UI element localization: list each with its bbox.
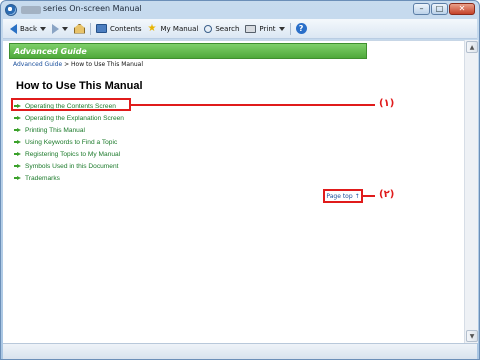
close-button[interactable]: ✕ bbox=[449, 3, 475, 15]
forward-button[interactable] bbox=[49, 21, 71, 37]
green-arrow-icon bbox=[14, 116, 21, 120]
callout-label-1: (١) bbox=[379, 98, 395, 109]
topic-link-label: Registering Topics to My Manual bbox=[25, 150, 121, 158]
breadcrumb: Advanced Guide > How to Use This Manual bbox=[13, 61, 143, 68]
app-icon bbox=[5, 4, 17, 16]
chevron-down-icon bbox=[40, 26, 46, 31]
topic-link[interactable]: Operating the Explanation Screen bbox=[14, 112, 124, 124]
my-manual-button[interactable]: ★ My Manual bbox=[145, 21, 202, 37]
back-label: Back bbox=[20, 24, 37, 33]
status-bar bbox=[3, 343, 477, 359]
topic-link-label: Symbols Used in this Document bbox=[25, 162, 119, 170]
topic-link[interactable]: Symbols Used in this Document bbox=[14, 160, 124, 172]
vertical-scrollbar[interactable]: ▲ ▼ bbox=[464, 40, 478, 343]
topic-link-label: Operating the Explanation Screen bbox=[25, 114, 124, 122]
print-label: Print bbox=[259, 24, 276, 33]
topic-link[interactable]: Trademarks bbox=[14, 172, 124, 184]
topic-list: Operating the Contents Screen Operating … bbox=[14, 100, 124, 184]
chevron-down-icon bbox=[62, 26, 68, 31]
search-label: Search bbox=[215, 24, 240, 33]
topic-link[interactable]: Using Keywords to Find a Topic bbox=[14, 136, 124, 148]
chevron-down-icon bbox=[278, 26, 285, 31]
print-button[interactable]: Print bbox=[242, 21, 287, 37]
breadcrumb-current: How to Use This Manual bbox=[71, 61, 144, 68]
contents-label: Contents bbox=[110, 24, 142, 33]
back-button[interactable]: Back bbox=[7, 21, 49, 37]
title-bar: series On-screen Manual – □ ✕ bbox=[1, 1, 479, 19]
help-icon: ? bbox=[295, 23, 307, 34]
minimize-button[interactable]: – bbox=[413, 3, 430, 15]
green-arrow-icon bbox=[14, 152, 21, 156]
breadcrumb-link-advanced-guide[interactable]: Advanced Guide bbox=[13, 61, 62, 68]
topic-link-label: Printing This Manual bbox=[25, 126, 85, 134]
breadcrumb-separator: > bbox=[62, 61, 72, 68]
callout-leader-line bbox=[131, 104, 375, 106]
contents-book-icon bbox=[96, 24, 107, 33]
content-pane: Advanced Guide Advanced Guide > How to U… bbox=[3, 40, 464, 343]
contents-button[interactable]: Contents bbox=[93, 21, 145, 37]
topic-link[interactable]: Registering Topics to My Manual bbox=[14, 148, 124, 160]
window-title: series On-screen Manual bbox=[43, 4, 142, 13]
toolbar-divider bbox=[289, 22, 291, 35]
my-manual-label: My Manual bbox=[160, 24, 199, 33]
callout-leader-line bbox=[363, 195, 375, 197]
green-arrow-icon bbox=[14, 176, 21, 180]
green-arrow-icon bbox=[14, 164, 21, 168]
model-name-redacted bbox=[21, 6, 41, 14]
callout-highlight-box bbox=[11, 98, 131, 111]
maximize-button[interactable]: □ bbox=[431, 3, 448, 15]
back-arrow-icon bbox=[10, 23, 17, 34]
star-icon: ★ bbox=[147, 22, 157, 34]
callout-label-2: (٢) bbox=[379, 189, 395, 200]
printer-icon bbox=[245, 24, 257, 33]
section-header: Advanced Guide bbox=[9, 43, 367, 59]
home-button[interactable] bbox=[71, 21, 88, 37]
topic-link[interactable]: Printing This Manual bbox=[14, 124, 124, 136]
topic-link-label: Trademarks bbox=[25, 174, 60, 182]
help-button[interactable]: ? bbox=[293, 21, 310, 37]
forward-arrow-icon bbox=[52, 23, 59, 34]
app-window: series On-screen Manual – □ ✕ Back Conte… bbox=[0, 0, 480, 360]
toolbar-divider bbox=[90, 22, 91, 35]
green-arrow-icon bbox=[14, 128, 21, 132]
page-top-link[interactable]: Page top ↑ bbox=[323, 189, 363, 203]
search-icon bbox=[204, 24, 213, 33]
search-button[interactable]: Search bbox=[201, 21, 242, 37]
topic-link-label: Using Keywords to Find a Topic bbox=[25, 138, 118, 146]
green-arrow-icon bbox=[14, 140, 21, 144]
section-header-label: Advanced Guide bbox=[14, 47, 87, 56]
scroll-down-button[interactable]: ▼ bbox=[466, 330, 478, 342]
page-title: How to Use This Manual bbox=[16, 80, 143, 92]
home-icon bbox=[74, 23, 85, 34]
toolbar: Back Contents ★ My Manual Search Print ? bbox=[3, 19, 477, 39]
scroll-up-button[interactable]: ▲ bbox=[466, 41, 478, 53]
